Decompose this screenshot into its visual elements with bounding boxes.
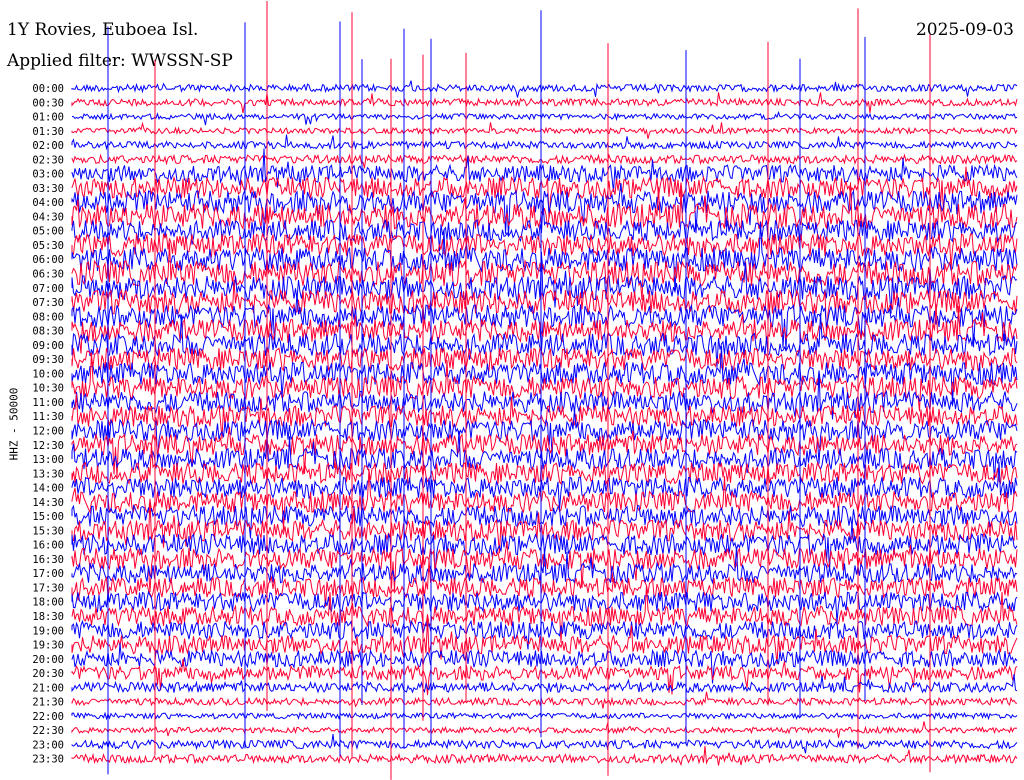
time-tick-label: 20:00 xyxy=(32,654,64,666)
time-tick-label: 22:30 xyxy=(32,725,64,737)
trace-row xyxy=(71,80,1018,98)
time-tick-label: 16:00 xyxy=(32,540,64,552)
trace-row xyxy=(71,734,1018,754)
trace-row xyxy=(71,110,1018,126)
trace-row xyxy=(71,674,1018,694)
time-tick-label: 10:00 xyxy=(32,368,64,380)
time-tick-label: 15:00 xyxy=(32,511,64,523)
time-tick-label: 23:00 xyxy=(32,739,64,751)
trace-row xyxy=(71,498,1018,554)
trace-row xyxy=(71,134,1018,151)
trace-row xyxy=(71,409,1018,464)
time-tick-label: 08:00 xyxy=(32,311,64,323)
time-tick-label: 10:30 xyxy=(32,383,64,395)
trace-row xyxy=(71,232,1018,269)
time-tick-label: 11:30 xyxy=(32,411,64,423)
time-tick-label: 19:30 xyxy=(32,640,64,652)
time-tick-label: 20:30 xyxy=(32,668,64,680)
time-tick-label: 22:00 xyxy=(32,711,64,723)
time-tick-label: 07:00 xyxy=(32,283,64,295)
trace-row xyxy=(71,92,1018,114)
trace-row xyxy=(71,153,1018,169)
time-tick-label: 05:00 xyxy=(32,226,64,238)
time-tick-label: 14:30 xyxy=(32,497,64,509)
time-tick-label: 14:00 xyxy=(32,483,64,495)
trace-row xyxy=(71,643,1018,684)
trace-layer xyxy=(71,1,1018,780)
time-tick-label: 13:30 xyxy=(32,468,64,480)
time-tick-label: 15:30 xyxy=(32,525,64,537)
time-tick-label: 13:00 xyxy=(32,454,64,466)
trace-row xyxy=(71,121,1018,139)
time-tick-label: 02:00 xyxy=(32,140,64,152)
time-tick-label: 09:00 xyxy=(32,340,64,352)
time-tick-label: 07:30 xyxy=(32,297,64,309)
time-tick-label: 00:00 xyxy=(32,83,64,95)
time-tick-label: 09:30 xyxy=(32,354,64,366)
time-tick-label: 02:30 xyxy=(32,154,64,166)
trace-row xyxy=(71,746,1018,767)
time-tick-label: 00:30 xyxy=(32,97,64,109)
time-tick-label: 12:00 xyxy=(32,425,64,437)
time-tick-label: 21:30 xyxy=(32,697,64,709)
time-tick-label: 18:30 xyxy=(32,611,64,623)
time-tick-label: 05:30 xyxy=(32,240,64,252)
time-tick-label: 03:30 xyxy=(32,183,64,195)
trace-row xyxy=(71,721,1018,738)
time-tick-label: 18:00 xyxy=(32,597,64,609)
trace-row xyxy=(71,221,1018,293)
time-tick-label: 21:00 xyxy=(32,682,64,694)
time-tick-label: 04:30 xyxy=(32,211,64,223)
time-tick-label: 17:30 xyxy=(32,582,64,594)
time-tick-label: 19:00 xyxy=(32,625,64,637)
time-tick-label: 08:30 xyxy=(32,326,64,338)
time-tick-label: 06:00 xyxy=(32,254,64,266)
time-tick-layer: 00:00 00:30 01:00 01:30 02:00 02:30 03:00 03:30… xyxy=(32,83,64,766)
trace-row xyxy=(71,691,1018,709)
time-tick-label: 01:30 xyxy=(32,126,64,138)
time-tick-label: 12:30 xyxy=(32,440,64,452)
helicorder-plot: 00:00 00:30 01:00 01:30 02:00 02:30 03:00 03:30… xyxy=(32,1,1018,780)
trace-row xyxy=(71,711,1018,721)
time-tick-label: 01:00 xyxy=(32,112,64,124)
time-tick-label: 23:30 xyxy=(32,754,64,766)
time-tick-label: 03:00 xyxy=(32,169,64,181)
time-tick-label: 06:30 xyxy=(32,269,64,281)
time-tick-label: 04:00 xyxy=(32,197,64,209)
time-tick-label: 11:00 xyxy=(32,397,64,409)
trace-row xyxy=(71,148,1018,192)
time-tick-label: 16:30 xyxy=(32,554,64,566)
time-tick-label: 17:00 xyxy=(32,568,64,580)
